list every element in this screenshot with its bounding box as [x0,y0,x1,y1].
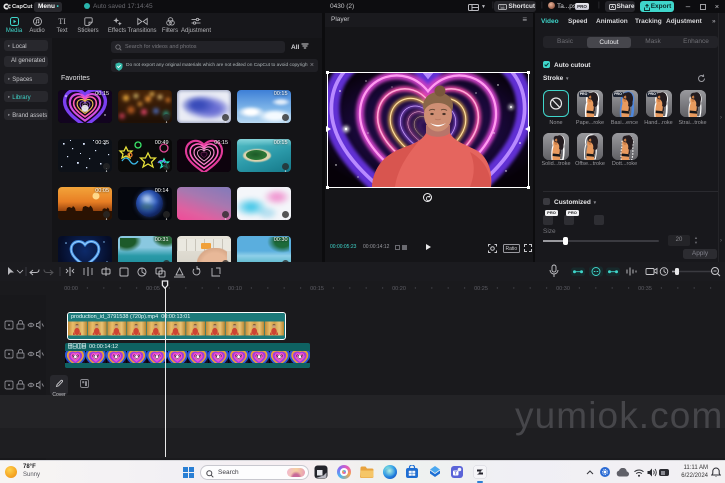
svg-text:00:35: 00:35 [638,286,652,292]
svg-text:00:00: 00:00 [64,286,78,292]
svg-text:00:05: 00:05 [146,286,160,292]
svg-text:00:25: 00:25 [474,286,488,292]
svg-text:00:10: 00:10 [228,286,242,292]
svg-text:T: T [454,471,457,476]
svg-text:00:15: 00:15 [310,286,324,292]
svg-text:00:30: 00:30 [556,286,570,292]
svg-text:00:20: 00:20 [392,286,406,292]
